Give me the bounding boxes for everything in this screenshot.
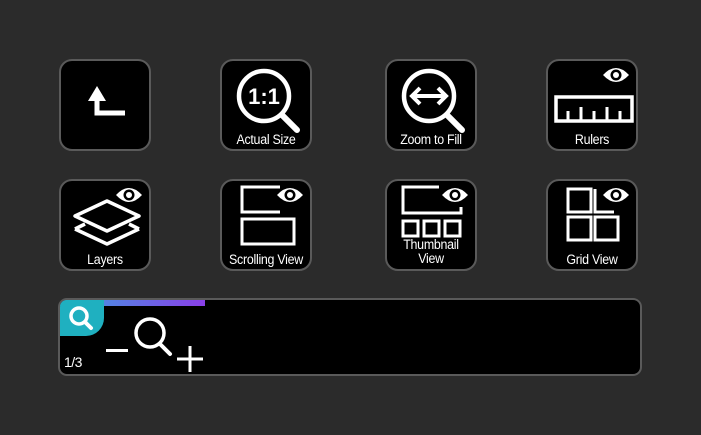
grid-view-button[interactable]: Grid View [546,179,638,271]
scrolling-view-button[interactable]: Scrolling View [220,179,312,271]
zoom-tab[interactable] [60,300,104,336]
layers-button[interactable]: Layers [59,179,151,271]
search-icon [69,306,93,330]
return-arrow-icon [88,86,125,116]
layers-label: Layers [87,252,123,267]
thumbnail-view-label-line2: View [418,251,444,266]
zoom-to-fill-button[interactable]: Zoom to Fill [385,59,477,151]
zoom-panel[interactable]: 1/3 [58,298,642,376]
grid-view-label: Grid View [566,252,618,267]
zoom-out-icon[interactable] [106,348,128,354]
actual-size-label: Actual Size [236,132,296,147]
thumbnail-view-button[interactable]: Thumbnail View [385,179,477,271]
magnifier-icon[interactable] [132,316,174,358]
back-button[interactable] [59,59,151,151]
rulers-button[interactable]: Rulers [546,59,638,151]
zoom-to-fill-label: Zoom to Fill [400,132,462,147]
zoom-in-icon[interactable] [177,346,203,372]
page-indicator: 1/3 [64,354,82,370]
rulers-label: Rulers [574,132,610,147]
actual-size-button[interactable]: 1:1 Actual Size [220,59,312,151]
svg-text:1:1: 1:1 [248,84,280,109]
thumbnail-view-label: Thumbnail View [391,238,472,266]
thumbnail-view-label-line1: Thumbnail [403,237,459,252]
scrolling-view-label: Scrolling View [229,252,303,267]
